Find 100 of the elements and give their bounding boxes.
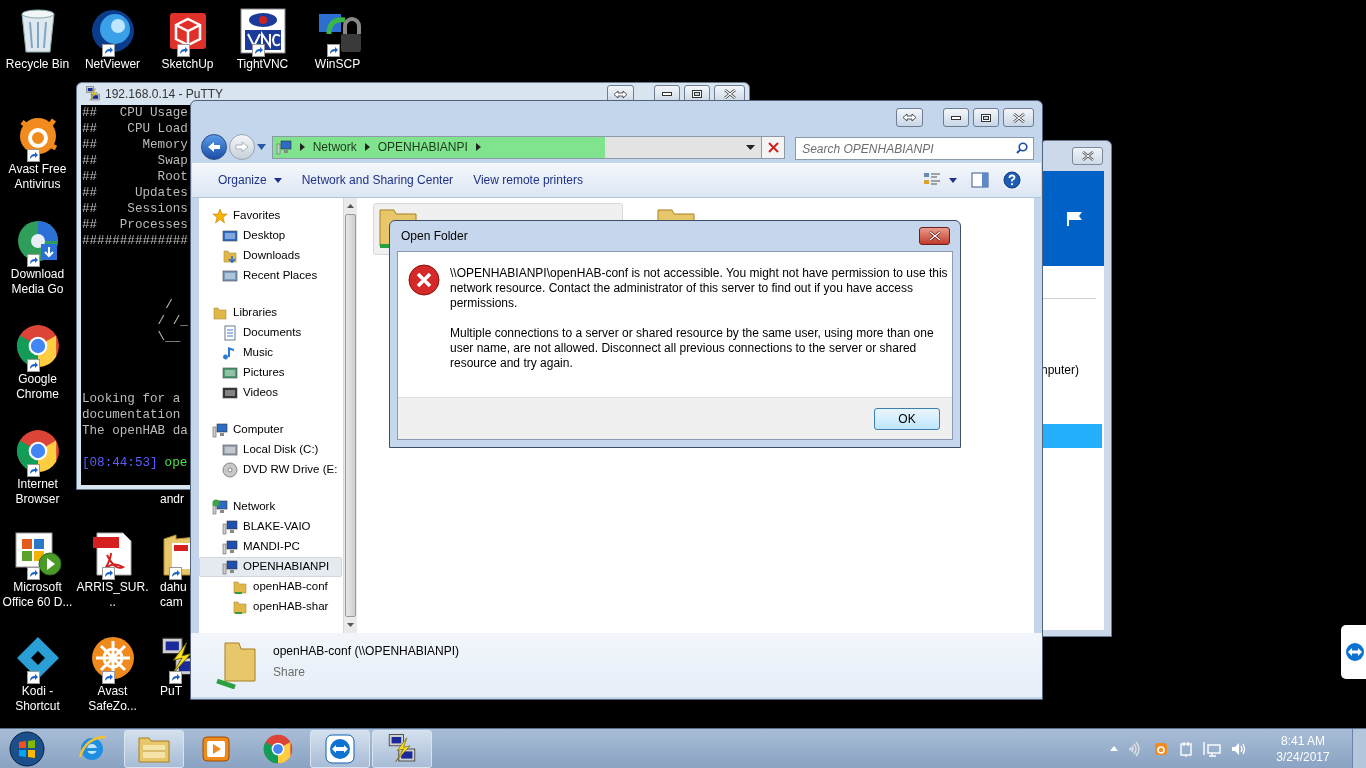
- scrollbar-thumb[interactable]: [345, 214, 356, 617]
- close-icon: [928, 231, 941, 241]
- chevron-icon[interactable]: [364, 143, 370, 151]
- nav-item[interactable]: Libraries: [199, 303, 342, 323]
- desktop-icon-label[interactable]: SketchUp: [150, 57, 225, 72]
- aero-shake-button[interactable]: [896, 108, 923, 127]
- desktop-icon-label[interactable]: ARRIS_SUR...: [75, 580, 150, 610]
- scroll-down-icon[interactable]: [347, 623, 354, 627]
- nav-item[interactable]: Music: [199, 343, 342, 363]
- chevron-icon[interactable]: [299, 143, 305, 151]
- scroll-up-icon[interactable]: [347, 204, 354, 208]
- nav-item[interactable]: openHAB-shar: [199, 597, 342, 617]
- download-folder-icon: [222, 248, 238, 264]
- close-button[interactable]: [1003, 108, 1034, 127]
- restore-icon: [692, 90, 702, 98]
- breadcrumb[interactable]: OPENHABIANPI: [377, 138, 468, 156]
- ascii-art-line: \__: [156, 329, 181, 345]
- close-icon: [723, 89, 736, 99]
- error-icon: [408, 264, 440, 296]
- stop-button[interactable]: [761, 136, 785, 158]
- preview-pane-icon[interactable]: [971, 172, 989, 188]
- nav-item[interactable]: Videos: [199, 383, 342, 403]
- nav-item[interactable]: MANDI-PC: [199, 537, 342, 557]
- nav-item[interactable]: BLAKE-VAIO: [199, 517, 342, 537]
- teamviewer-logo-icon: [1345, 642, 1365, 662]
- nav-item[interactable]: openHAB-conf: [199, 577, 342, 597]
- desktop-icon-label[interactable]: PuT: [160, 684, 190, 699]
- nav-item[interactable]: Favorites: [199, 206, 342, 226]
- nav-item[interactable]: Documents: [199, 323, 342, 343]
- nav-item[interactable]: Computer: [199, 420, 342, 440]
- back-button[interactable]: [201, 134, 227, 160]
- shortcut-arrow-icon: [326, 44, 340, 57]
- nav-item[interactable]: DVD RW Drive (E:: [199, 460, 342, 480]
- chrome-logo-icon: [15, 429, 60, 473]
- forward-arrow-icon: [234, 141, 249, 153]
- prompt-user: ope: [164, 455, 188, 471]
- recent-pages-caret-icon[interactable]: [256, 144, 266, 150]
- minimize-button[interactable]: [943, 108, 969, 127]
- desktop-icon-label[interactable]: NetViewer: [75, 57, 150, 72]
- nav-item[interactable]: Recent Places: [199, 266, 342, 286]
- address-bar[interactable]: Network OPENHABIANPI: [271, 135, 786, 159]
- nav-item[interactable]: Local Disk (C:): [199, 440, 342, 460]
- maximize-button[interactable]: [973, 108, 999, 127]
- window-title: 192.168.0.14 - PuTTY: [105, 86, 224, 103]
- desktop-icon-label[interactable]: dahu cam: [160, 580, 190, 610]
- breadcrumb[interactable]: Network: [312, 138, 357, 156]
- desktop-icon-label[interactable]: Avast Free Antivirus: [0, 162, 75, 192]
- recent-places-icon: [222, 268, 238, 284]
- toolbar-button[interactable]: Organize: [208, 167, 292, 193]
- ship-wheel-icon: [89, 635, 136, 681]
- desktop-icon-label[interactable]: Download Media Go: [0, 267, 75, 297]
- desktop-icon-label[interactable]: Google Chrome: [0, 372, 75, 402]
- nav-item[interactable]: Desktop: [199, 226, 342, 246]
- network-globe-icon: [212, 499, 228, 515]
- desktop-icon-label[interactable]: TightVNC: [225, 57, 300, 72]
- desktop-icon-label[interactable]: Internet Browser: [0, 477, 75, 507]
- desktop-icon-label[interactable]: andr: [160, 492, 190, 507]
- shared-folder-icon: [232, 579, 248, 595]
- terminal-app-icon: [85, 86, 101, 102]
- desktop-icon-label[interactable]: Recycle Bin: [0, 57, 75, 72]
- close-button[interactable]: [1072, 147, 1103, 165]
- disc-icon: [222, 462, 238, 478]
- desktop-icon-label[interactable]: WinSCP: [300, 57, 375, 72]
- search-field[interactable]: Search OPENHABIANPI: [795, 137, 1034, 160]
- restore-icon: [981, 113, 991, 122]
- shortcut-arrow-icon: [101, 567, 115, 580]
- search-icon: [1016, 141, 1028, 154]
- caret-icon[interactable]: [949, 177, 957, 183]
- avast-tray-icon[interactable]: [1153, 740, 1169, 757]
- view-options-icon[interactable]: [923, 172, 941, 188]
- dropdown-caret-icon[interactable]: [746, 144, 756, 150]
- terminal-line: Looking for a: [82, 391, 181, 407]
- nav-item[interactable]: Pictures: [199, 363, 342, 383]
- close-button[interactable]: [919, 227, 950, 245]
- nav-item[interactable]: Network: [199, 497, 342, 517]
- desktop-icon-label[interactable]: Avast SafeZo...: [75, 684, 150, 714]
- desktop-icon: [222, 228, 238, 244]
- nav-item[interactable]: OPENHABIANPI: [199, 557, 342, 577]
- taskbar-button[interactable]: [372, 729, 432, 768]
- scrollbar[interactable]: [343, 198, 357, 633]
- desktop-icon-label[interactable]: Kodi - Shortcut: [0, 684, 75, 714]
- shortcut-arrow-icon: [169, 671, 182, 684]
- shortcut-arrow-icon: [26, 671, 40, 684]
- terminal-line: ## Processes: [82, 217, 188, 233]
- network-computer-icon: [222, 519, 238, 535]
- toolbar-button[interactable]: View remote printers: [463, 167, 593, 193]
- computer-icon: [275, 139, 292, 155]
- chevron-icon[interactable]: [475, 143, 481, 151]
- toolbar-button[interactable]: Network and Sharing Center: [291, 167, 464, 193]
- terminal-line: ## Updates: [82, 185, 188, 201]
- error-message: \\OPENHABIANPI\openHAB-conf is not accessible. You might not have permission to use this network resource. Contact the administrator of this server to find out if you have access permissions.: [450, 266, 949, 311]
- taskbar-button[interactable]: [310, 729, 370, 768]
- nav-item[interactable]: Downloads: [199, 246, 342, 266]
- ok-button[interactable]: OK: [874, 407, 940, 430]
- side-tab[interactable]: [1341, 625, 1366, 679]
- terminal-line: ## CPU Usage: [82, 105, 188, 121]
- help-icon[interactable]: [1003, 171, 1021, 189]
- show-desktop-button[interactable]: [1352, 728, 1366, 768]
- desktop-icon-label[interactable]: Microsoft Office 60 D...: [0, 580, 75, 610]
- double-arrow-icon: [613, 89, 628, 99]
